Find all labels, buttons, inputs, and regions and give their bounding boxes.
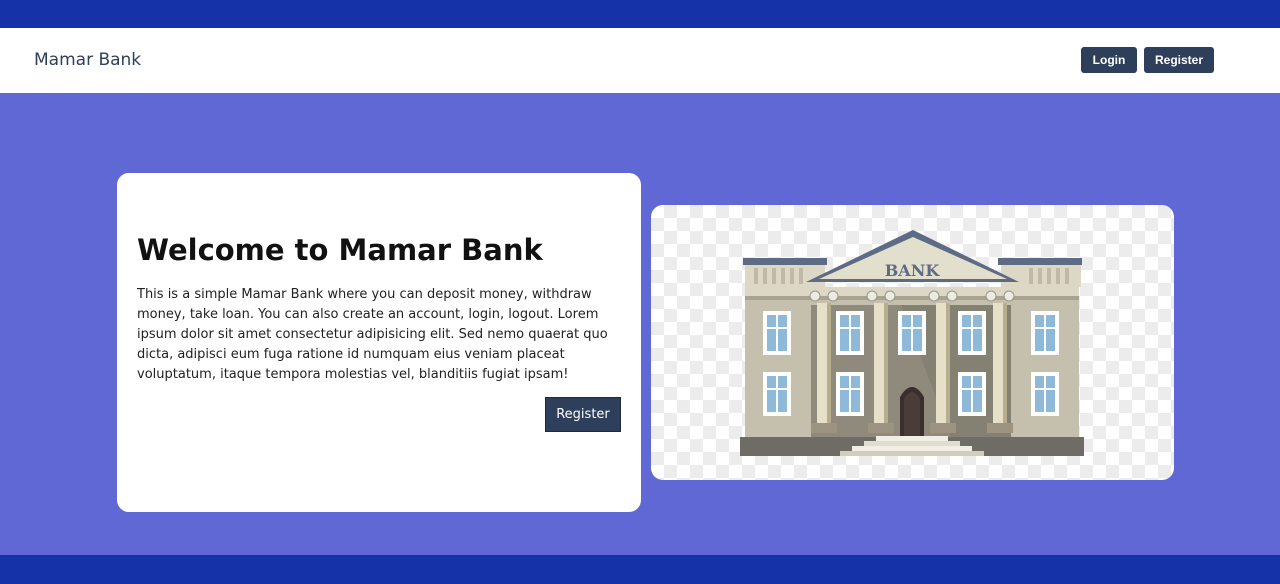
navbar: Mamar Bank Login Register	[0, 28, 1280, 93]
page-title: Welcome to Mamar Bank	[137, 233, 543, 267]
welcome-description: This is a simple Mamar Bank where you ca…	[137, 287, 608, 382]
bank-building-icon: BANK	[740, 230, 1084, 456]
login-button[interactable]: Login	[1081, 47, 1137, 73]
register-button[interactable]: Register	[545, 397, 621, 432]
bottom-strip	[0, 555, 1280, 584]
bank-sign: BANK	[885, 261, 941, 280]
brand-logo[interactable]: Mamar Bank	[34, 50, 141, 70]
welcome-card: Welcome to Mamar Bank This is a simple M…	[117, 173, 641, 512]
top-strip	[0, 0, 1280, 28]
register-nav-button[interactable]: Register	[1144, 47, 1214, 73]
bank-image-card: BANK	[651, 205, 1174, 480]
